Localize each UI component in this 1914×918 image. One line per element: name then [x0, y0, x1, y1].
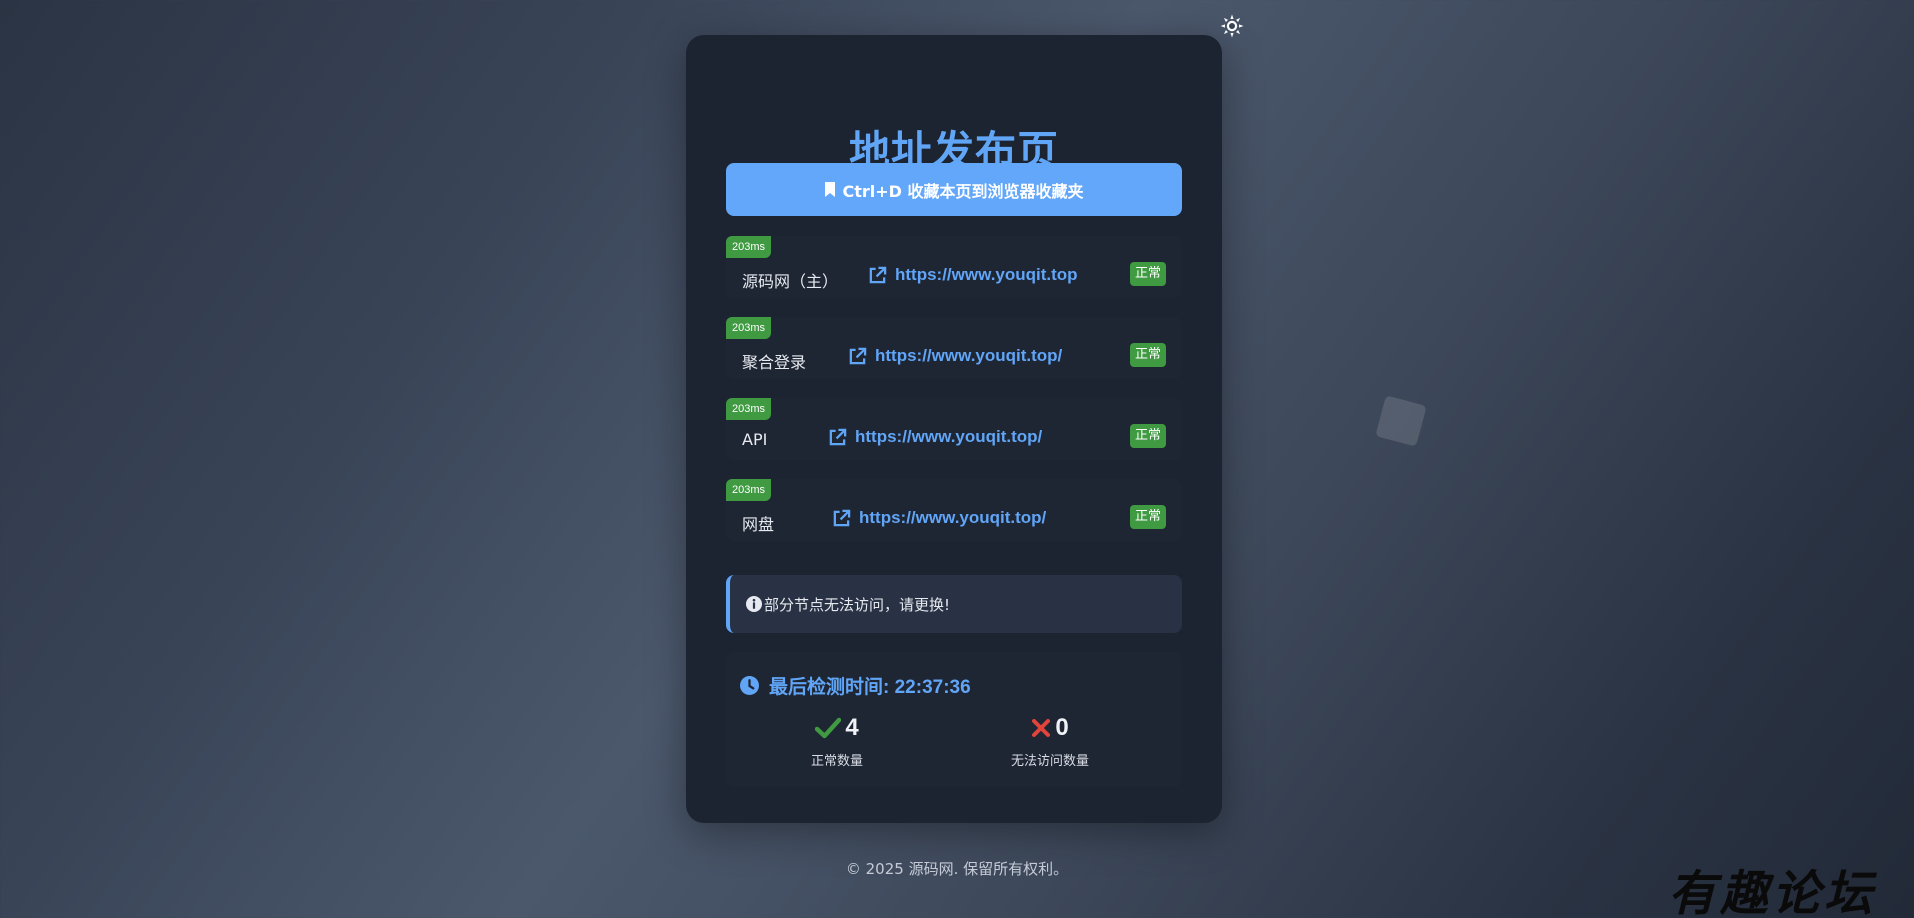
theme-toggle-button[interactable] — [1219, 13, 1245, 39]
main-card: 地址发布页 Ctrl+D 收藏本页到浏览器收藏夹 203ms 源码网（主） ht… — [686, 35, 1222, 823]
bookmark-label: Ctrl+D 收藏本页到浏览器收藏夹 — [842, 181, 1084, 201]
link-name: API — [742, 430, 768, 449]
info-icon — [746, 596, 762, 612]
footer-copyright: © 2025 源码网. 保留所有权利。 — [845, 860, 1069, 878]
link-url[interactable]: https://www.youqit.top/ — [828, 424, 1042, 450]
link-row: 203ms 聚合登录 https://www.youqit.top/ 正常 — [726, 317, 1182, 379]
fail-label: 无法访问数量 — [1010, 754, 1089, 769]
fail-count: 0 — [1055, 714, 1069, 741]
check-icon — [815, 717, 842, 739]
latency-badge: 203ms — [726, 398, 772, 420]
external-link-icon — [869, 266, 887, 283]
sun-icon — [1220, 14, 1244, 38]
status-badge: 正常 — [1129, 343, 1166, 367]
ok-stat: 4 正常数量 — [757, 714, 917, 769]
status-badge: 正常 — [1129, 505, 1166, 529]
bookmark-icon — [825, 182, 836, 197]
x-icon — [1032, 719, 1051, 737]
link-row: 203ms API https://www.youqit.top/ 正常 — [726, 398, 1182, 460]
ok-count: 4 — [845, 714, 859, 741]
link-url[interactable]: https://www.youqit.top/ — [832, 505, 1046, 531]
latency-badge: 203ms — [726, 479, 772, 501]
ok-label: 正常数量 — [810, 754, 863, 769]
fail-stat: 0 无法访问数量 — [970, 714, 1130, 769]
bookmark-button[interactable]: Ctrl+D 收藏本页到浏览器收藏夹 — [726, 163, 1182, 216]
check-time-text: 最后检测时间: 22:37:36 — [769, 677, 971, 698]
status-badge: 正常 — [1129, 424, 1166, 448]
external-link-icon — [849, 347, 867, 364]
link-url-text: https://www.youqit.top — [895, 265, 1078, 284]
external-link-icon — [833, 509, 851, 526]
external-link-icon — [829, 428, 847, 445]
link-name: 网盘 — [742, 515, 775, 534]
link-url-text: https://www.youqit.top/ — [855, 427, 1043, 446]
link-name: 源码网（主） — [742, 272, 839, 291]
notice-text: 部分节点无法访问，请更换! — [764, 595, 951, 614]
stats-panel: 最后检测时间: 22:37:36 4 正常数量 0 无法访问数量 — [726, 652, 1182, 787]
link-url[interactable]: https://www.youqit.top/ — [848, 343, 1062, 369]
link-url[interactable]: https://www.youqit.top — [868, 262, 1078, 288]
latency-badge: 203ms — [726, 317, 772, 339]
watermark-logo: 有趣论坛 — [1668, 866, 1877, 918]
link-name: 聚合登录 — [742, 353, 807, 372]
decorative-square — [1375, 395, 1427, 447]
link-url-text: https://www.youqit.top/ — [875, 346, 1063, 365]
link-row: 203ms 网盘 https://www.youqit.top/ 正常 — [726, 479, 1182, 541]
notice-box: 部分节点无法访问，请更换! — [726, 575, 1182, 633]
link-url-text: https://www.youqit.top/ — [859, 508, 1047, 527]
latency-badge: 203ms — [726, 236, 772, 258]
last-check-time: 最后检测时间: 22:37:36 — [740, 672, 971, 699]
clock-icon — [740, 676, 759, 695]
status-badge: 正常 — [1129, 262, 1166, 286]
link-row: 203ms 源码网（主） https://www.youqit.top 正常 — [726, 236, 1182, 298]
